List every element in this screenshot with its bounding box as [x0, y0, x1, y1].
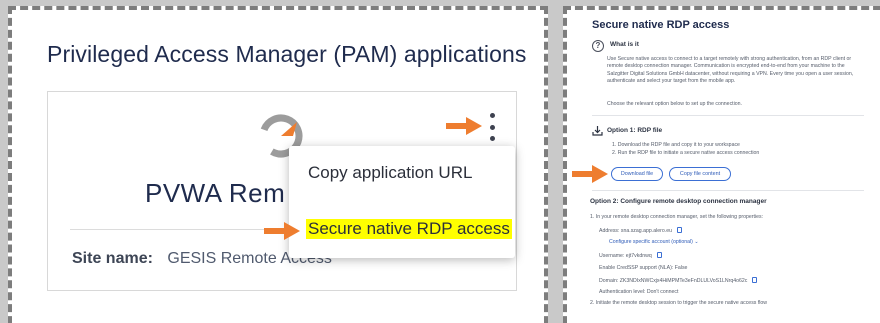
configure-account-link[interactable]: Configure specific account (optional) ⌄ [609, 239, 699, 245]
rdp-panel-title: Secure native RDP access [592, 19, 730, 31]
copy-file-content-button[interactable]: Copy file content [669, 167, 731, 181]
right-panel-frame [563, 6, 880, 323]
menu-item-secure-native-rdp-access[interactable]: Secure native RDP access [306, 219, 512, 239]
what-is-it-heading: What is it [610, 41, 639, 48]
download-file-button[interactable]: Download file [611, 167, 663, 181]
option2-step-1: 1. In your remote desktop connection man… [590, 214, 764, 220]
username-property: Username: ejt7vkdnwq [599, 252, 662, 259]
copy-icon[interactable] [752, 277, 758, 283]
option1-step-2: 2. Run the RDP file to initiate a secure… [612, 149, 760, 156]
address-text: Address: sna.szag.app.alero.eu [599, 228, 672, 234]
domain-text: Domain: ZK3NDIxNWCxjx4HiMPMTe3eFnDLULVoS… [599, 278, 748, 284]
configure-account-link-text: Configure specific account (optional) [609, 239, 693, 245]
menu-item-copy-application-url[interactable]: Copy application URL [308, 163, 472, 183]
section-divider [592, 190, 864, 191]
choose-option-text: Choose the relevant option below to set … [607, 101, 742, 107]
chevron-down-icon: ⌄ [694, 239, 699, 245]
arrow-icon [572, 165, 608, 183]
option1-step-1: 1. Download the RDP file and copy it to … [612, 142, 740, 148]
section-divider [592, 115, 864, 116]
option1-steps: 1. Download the RDP file and copy it to … [612, 142, 759, 157]
option2-step-2: 2. Initiate the remote desktop session t… [590, 300, 768, 306]
arrow-icon [446, 117, 482, 135]
screenshot-stage: Privileged Access Manager (PAM) applicat… [0, 0, 880, 323]
option1-heading: Option 1: RDP file [607, 127, 663, 134]
option2-heading: Option 2: Configure remote desktop conne… [590, 198, 767, 205]
question-icon: ? [592, 40, 604, 52]
context-menu: Copy application URL Secure native RDP a… [289, 146, 515, 258]
page-title: Privileged Access Manager (PAM) applicat… [47, 41, 527, 67]
address-property: Address: sna.szag.app.alero.eu [599, 227, 682, 234]
copy-icon[interactable] [676, 227, 682, 233]
app-name: PVWA Rem [145, 178, 286, 208]
arrow-icon [264, 222, 300, 240]
kebab-menu-icon[interactable] [486, 113, 498, 141]
what-is-it-description: Use Secure native access to connect to a… [607, 56, 854, 84]
domain-property: Domain: ZK3NDIxNWCxjx4HiMPMTe3eFnDLULVoS… [599, 277, 758, 284]
site-name-label: Site name: [72, 250, 153, 267]
copy-icon[interactable] [656, 252, 662, 258]
username-text: Username: ejt7vkdnwq [599, 253, 652, 259]
credssp-property: Enable CredSSP support (NLA): False [599, 265, 688, 271]
download-icon [592, 126, 603, 136]
auth-level-property: Authentication level: Don't connect [599, 289, 679, 295]
